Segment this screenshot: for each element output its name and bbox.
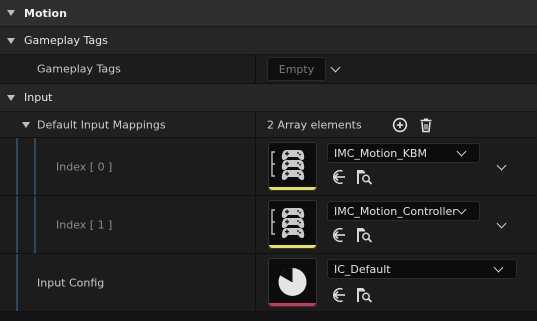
value-column: Empty: [257, 55, 537, 83]
use-selected-icon: [333, 169, 345, 185]
pie-icon: [278, 268, 307, 296]
expand-arrow-icon[interactable]: [7, 37, 15, 44]
asset-name: IMC_Motion_Controller: [334, 204, 457, 218]
category-title: Input: [24, 91, 53, 104]
controller-stack-icon: [271, 150, 305, 180]
gameplay-tags-category-header[interactable]: Gameplay Tags: [0, 27, 537, 55]
default-input-mappings-row: Default Input Mappings 2 Array elements: [0, 112, 537, 138]
expand-arrow-icon[interactable]: [7, 94, 15, 101]
add-element-button[interactable]: [391, 116, 409, 134]
browse-icon: [357, 288, 373, 303]
value-column: 2 Array elements: [257, 112, 537, 137]
property-label: Gameplay Tags: [37, 62, 121, 76]
asset-picker-combo[interactable]: IC_Default: [327, 259, 517, 279]
mapping-element-1: Index [ 1 ] IMC_Motion_Controller: [0, 196, 537, 254]
asset-thumbnail[interactable]: [268, 258, 317, 307]
chevron-down-icon[interactable]: [496, 218, 507, 229]
mapping-element-0: Index [ 0 ] IMC_Motion_KBM: [0, 138, 537, 196]
chevron-down-icon[interactable]: [496, 160, 507, 171]
chevron-down-icon: [456, 146, 467, 157]
asset-picker-combo[interactable]: IMC_Motion_KBM: [327, 143, 480, 163]
label-column: Default Input Mappings: [0, 112, 256, 137]
label-column: Index [ 1 ]: [0, 196, 256, 253]
asset-type-bar: [269, 245, 316, 248]
browse-icon: [357, 228, 373, 243]
chevron-down-icon: [493, 262, 504, 273]
input-category-header[interactable]: Input: [0, 84, 537, 112]
label-column: Gameplay Tags: [0, 55, 256, 83]
asset-thumbnail[interactable]: [268, 142, 317, 191]
use-selected-icon: [333, 227, 345, 243]
property-label: Input Config: [37, 276, 105, 289]
label-column: Input Config: [0, 254, 256, 311]
use-selected-icon: [333, 287, 345, 303]
input-config-row: Input Config IC_Default: [0, 254, 537, 312]
asset-type-bar: [269, 187, 316, 190]
use-selected-button[interactable]: [330, 286, 348, 304]
browse-button[interactable]: [355, 226, 373, 244]
label-column: Index [ 0 ]: [0, 138, 256, 195]
chevron-down-icon[interactable]: [330, 62, 341, 73]
chevron-down-icon: [456, 204, 467, 215]
category-title: Motion: [24, 6, 67, 20]
asset-picker-combo[interactable]: IMC_Motion_Controller: [327, 201, 480, 221]
gameplay-tags-combo[interactable]: Empty: [267, 57, 326, 81]
index-label: Index [ 1 ]: [56, 218, 113, 231]
asset-name: IC_Default: [334, 262, 391, 276]
asset-name: IMC_Motion_KBM: [334, 146, 427, 160]
value-column: IMC_Motion_Controller: [257, 196, 537, 253]
value-column: IMC_Motion_KBM: [257, 138, 537, 195]
index-label: Index [ 0 ]: [56, 160, 113, 173]
controller-stack-icon: [271, 208, 305, 238]
asset-thumbnail[interactable]: [268, 200, 317, 249]
array-count: 2 Array elements: [267, 118, 362, 131]
value-column: IC_Default: [257, 254, 537, 311]
use-selected-button[interactable]: [330, 226, 348, 244]
category-title: Gameplay Tags: [24, 34, 108, 47]
property-label: Default Input Mappings: [37, 118, 166, 131]
browse-icon: [357, 170, 373, 185]
expand-arrow-icon[interactable]: [22, 122, 30, 128]
remove-all-button[interactable]: [417, 116, 435, 134]
asset-type-bar: [269, 303, 316, 306]
use-selected-button[interactable]: [330, 168, 348, 186]
trash-icon: [420, 118, 432, 132]
gameplay-tags-row: Gameplay Tags Empty: [0, 55, 537, 84]
expand-arrow-icon[interactable]: [7, 10, 15, 16]
add-circle-icon: [392, 117, 408, 132]
browse-button[interactable]: [355, 168, 373, 186]
motion-category-header[interactable]: Motion: [0, 0, 537, 27]
browse-button[interactable]: [355, 286, 373, 304]
